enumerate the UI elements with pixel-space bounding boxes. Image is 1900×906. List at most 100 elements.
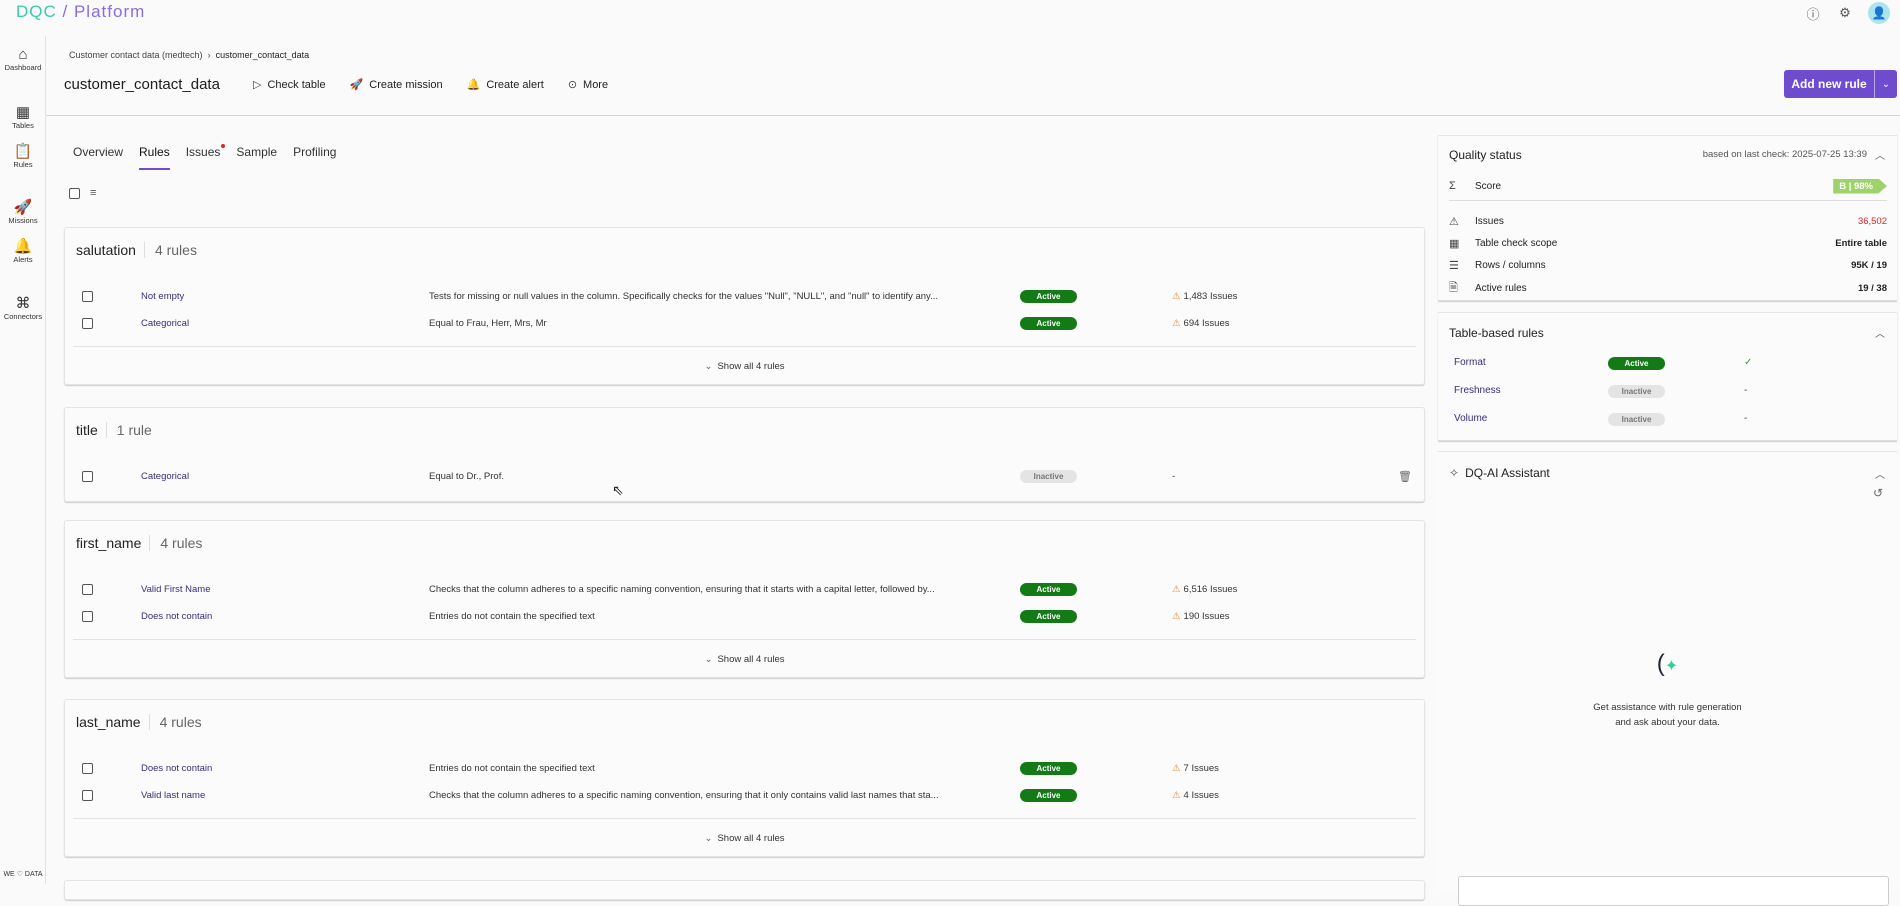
table-rule-volume: Volume Inactive - [1454,413,1748,426]
assistant-input[interactable] [1458,876,1889,906]
rule-checkbox[interactable] [82,470,93,482]
rule-name-link[interactable]: Valid last name [141,790,205,801]
table-based-rules-panel: Table-based rules ︿ Format Active ✓ Freshn… [1438,312,1897,441]
rule-checkbox[interactable] [82,789,93,801]
settings-icon[interactable]: ⚙ [1836,4,1854,22]
sidebar-item-dashboard[interactable]: ⌂ Dashboard [0,47,46,73]
issues-row: ⚠ Issues 36,502 [1449,215,1887,228]
divider [1449,200,1887,201]
user-avatar[interactable]: 👤 [1868,2,1890,24]
issues-count[interactable]: ⚠ 7 Issues [1172,763,1219,774]
tab-rules[interactable]: Rules [139,145,170,170]
reset-icon[interactable]: ↺ [1873,486,1883,500]
status-badge[interactable]: Active [1020,761,1077,775]
filter-icon[interactable]: ≡ [90,187,96,199]
warning-icon: ⚠ [1172,290,1181,302]
trash-icon[interactable]: 🗑 [1398,470,1412,483]
rule-name-link[interactable]: Does not contain [141,611,212,622]
rule-checkbox[interactable] [82,583,93,595]
collapse-chevron-icon[interactable]: ︿ [1875,147,1885,162]
chevron-down-icon: ⌄ [704,833,713,844]
select-all-checkbox[interactable] [69,187,80,199]
group-header: title 1 rule [76,422,152,438]
sidebar-item-rules[interactable]: 📋 Rules [0,144,46,170]
rules-toolbar: ≡ [69,187,96,199]
status-badge: Inactive [1608,413,1665,426]
score-badge: B | 98% [1833,178,1887,194]
top-icons: ⓘ ⚙ 👤 [1804,2,1890,24]
help-icon[interactable]: ⓘ [1804,4,1822,22]
issues-count[interactable]: ⚠ 4 Issues [1172,790,1219,801]
status-badge[interactable]: Active [1020,788,1077,802]
rule-description: Entries do not contain the specified tex… [429,610,595,622]
rule-name-link[interactable]: Categorical [141,471,189,482]
rule-name-link[interactable]: Not empty [141,291,184,302]
status-badge[interactable]: Active [1020,609,1077,623]
ai-assistant-icon: (✦ [1656,650,1679,677]
quality-status-title: Quality status [1449,148,1522,162]
rule-checkbox[interactable] [82,317,93,329]
rule-checkbox[interactable] [82,290,93,302]
sidebar-item-tables[interactable]: ▦ Tables [0,105,46,131]
rule-description: Tests for missing or null values in the … [429,290,939,302]
show-all-rules-button[interactable]: ⌄ Show all 4 rules [65,361,1424,372]
rocket-icon: 🚀 [349,79,364,91]
rule-group-salutation: salutation 4 rules Not empty Tests for mi… [64,227,1425,385]
page-title: customer_contact_data [64,76,220,93]
document-icon: 🗎 [1449,281,1458,294]
create-mission-button[interactable]: 🚀 Create mission [350,78,443,91]
issues-count[interactable]: ⚠ 1,483 Issues [1172,291,1237,302]
rule-checkbox[interactable] [82,762,93,774]
rule-row: Not empty Tests for missing or null valu… [65,286,1424,306]
breadcrumb-parent[interactable]: Customer contact data (medtech) [69,50,203,60]
rule-count: 4 rules [143,242,197,258]
sidebar-item-connectors[interactable]: ⌘ Connectors [0,296,46,322]
show-all-rules-button[interactable]: ⌄ Show all 4 rules [65,833,1424,844]
rule-name-link[interactable]: Does not contain [141,763,212,774]
issues-count[interactable]: ⚠ 694 Issues [1172,318,1229,329]
quality-status-panel: Quality status based on last check: 2025… [1438,135,1897,301]
warning-icon: ⚠ [1172,610,1181,622]
tab-sample[interactable]: Sample [236,145,277,170]
rule-group-title: title 1 rule Categorical Equal to Dr., Pr… [64,407,1425,502]
status-badge[interactable]: Active [1020,289,1077,303]
rule-row: Categorical Equal to Frau, Herr, Mrs, Mr… [65,313,1424,333]
tab-profiling[interactable]: Profiling [293,145,336,170]
group-header: salutation 4 rules [76,242,197,258]
rule-name-link[interactable]: Categorical [141,318,189,329]
collapse-chevron-icon[interactable]: ︿ [1875,325,1885,340]
issues-count[interactable]: ⚠ 6,516 Issues [1172,584,1237,595]
column-name: last_name [76,714,141,730]
group-header: last_name 4 rules [76,714,202,730]
notification-dot [221,144,226,148]
more-icon: ⊙ [567,79,578,91]
create-alert-button[interactable]: 🔔 Create alert [467,78,544,91]
show-all-rules-button[interactable]: ⌄ Show all 4 rules [65,654,1424,665]
tab-issues[interactable]: Issues [186,144,226,170]
ai-assistant-panel: ✧ DQ-AI Assistant ︿ ↺ (✦ Get assistance w… [1438,451,1897,906]
last-check-time: based on last check: 2025-07-25 13:39 [1702,149,1867,160]
issues-count[interactable]: ⚠ 190 Issues [1172,611,1229,622]
sidebar-item-alerts[interactable]: 🔔 Alerts [0,239,46,265]
more-button[interactable]: ⊙ More [568,78,608,91]
sidebar-item-missions[interactable]: 🚀 Missions [0,200,46,226]
status-badge[interactable]: Active [1020,582,1077,596]
check-table-button[interactable]: ▷ Check table [253,78,326,91]
divider [73,818,1416,819]
rule-checkbox[interactable] [82,610,93,622]
scope-row: ▦ Table check scope Entire table [1449,237,1887,250]
add-new-rule-button[interactable]: Add new rule ⌄ [1784,70,1897,98]
breadcrumb-current: customer_contact_data [215,50,310,60]
sparkle-icon: ✧ [1449,466,1460,480]
check-circle-icon: ✓ [1744,357,1753,368]
rule-name-link[interactable]: Valid First Name [141,584,211,595]
issues-count: - [1172,470,1176,482]
logo[interactable]: DQC / Platform [16,2,145,22]
chevron-down-icon[interactable]: ⌄ [1875,79,1897,90]
collapse-chevron-icon[interactable]: ︿ [1875,466,1885,481]
tab-overview[interactable]: Overview [73,145,123,170]
rule-description: Entries do not contain the specified tex… [429,762,595,774]
column-name: first_name [76,535,142,551]
status-badge[interactable]: Inactive [1020,469,1077,483]
status-badge[interactable]: Active [1020,316,1077,330]
